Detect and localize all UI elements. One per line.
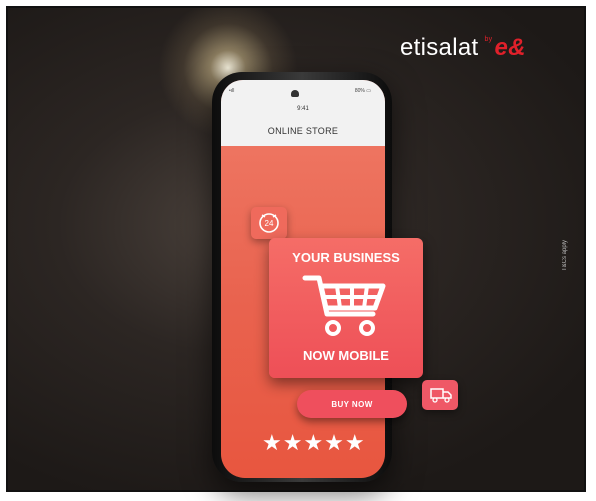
- cart-icon: [302, 275, 386, 336]
- brand-name: etisalat: [400, 34, 479, 61]
- screen-header: •ıll 80% ▭ 9:41 ONLINE STORE: [221, 80, 385, 146]
- terms-note: T&Cs apply: [562, 240, 568, 272]
- brand-by: by: [484, 36, 493, 43]
- lock-icon: [291, 90, 299, 97]
- signal-indicator: •ıll: [229, 88, 235, 94]
- clock-time: 9:41: [297, 106, 309, 112]
- brand-logo: etisalat by e&: [400, 34, 526, 62]
- clock-24-icon: 24: [251, 207, 287, 239]
- promo-card: YOUR BUSINESS NOW MOBILE: [269, 238, 423, 378]
- buy-now-button[interactable]: BUY NOW: [297, 390, 407, 418]
- star-rating: ★★★★★: [262, 430, 366, 455]
- promo-subline: NOW MOBILE: [303, 348, 389, 363]
- promo-headline: YOUR BUSINESS: [292, 250, 400, 265]
- brand-mark: e&: [494, 34, 526, 61]
- truck-icon: [422, 380, 458, 410]
- status-bar: •ıll 80% ▭: [221, 86, 385, 96]
- store-title: ONLINE STORE: [267, 126, 339, 136]
- hours-label: 24: [265, 219, 274, 228]
- battery-indicator: 80% ▭: [354, 88, 371, 94]
